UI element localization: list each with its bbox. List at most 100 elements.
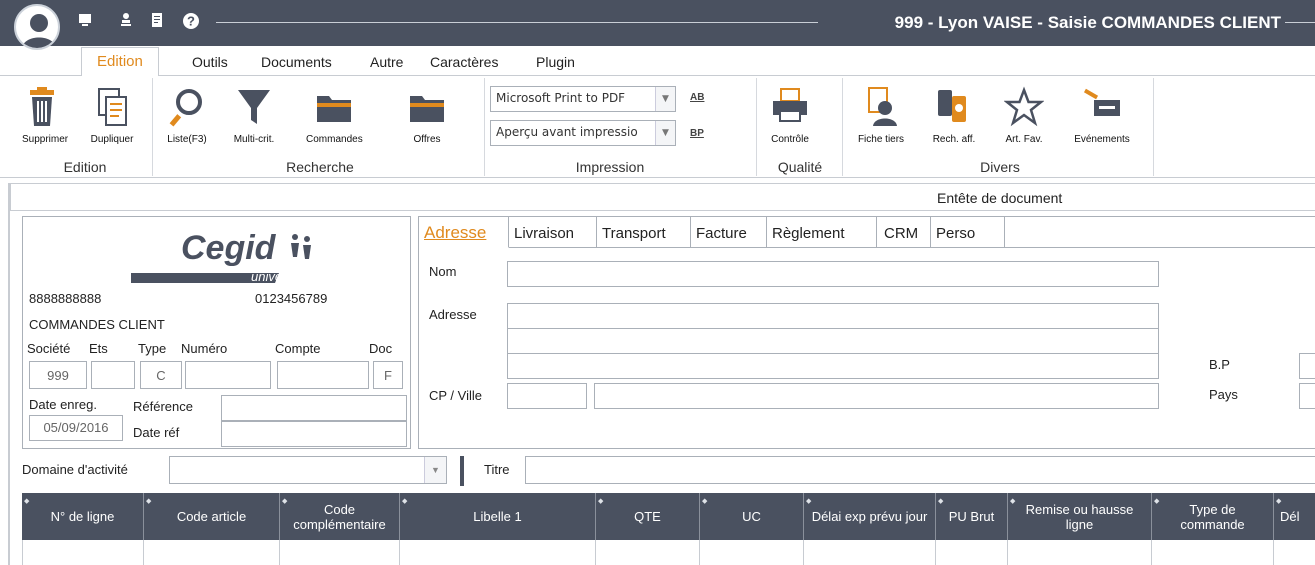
document-header-title: Entête de document (937, 190, 1063, 206)
reference-label: Référence (133, 399, 193, 414)
magnifier-icon (169, 89, 202, 127)
svg-text:universités: universités (251, 269, 314, 283)
grid-column-label: Type de commande (1180, 501, 1245, 532)
grid-column-label: Délai exp prévu jour (811, 509, 928, 524)
folder-icon (317, 96, 351, 122)
printer-select[interactable]: Microsoft Print to PDF ▼ (490, 86, 676, 112)
grid-cell[interactable] (596, 540, 700, 565)
art-fav-label: Art. Fav. (1005, 134, 1043, 145)
grid-cell[interactable] (280, 540, 400, 565)
tab-adresse[interactable]: Adresse (419, 217, 509, 248)
menu-tab-outils[interactable]: Outils (192, 54, 228, 70)
tab-perso[interactable]: Perso (931, 217, 1005, 248)
date-ref-field[interactable] (221, 421, 407, 447)
menu-tab-caracteres[interactable]: Caractères (430, 54, 498, 70)
type-label: Type (138, 341, 167, 356)
grid-column-header[interactable]: ◆ PU Brut (936, 493, 1008, 540)
date-enreg-field[interactable]: 05/09/2016 (29, 415, 123, 441)
menu-tab-autre[interactable]: Autre (370, 54, 403, 70)
controle-button[interactable]: Contrôle (767, 86, 813, 145)
grid-column-header[interactable]: ◆ Type de commande (1152, 493, 1274, 540)
grid-column-header[interactable]: ◆ QTE (596, 493, 700, 540)
grid-column-header[interactable]: ◆ N° de ligne (22, 493, 144, 540)
title-bar: ? 999 - Lyon VAISE - Saisie COMMANDES CL… (0, 0, 1315, 46)
menu-tab-plugin[interactable]: Plugin (536, 54, 575, 70)
tab-transport[interactable]: Transport (597, 217, 691, 248)
monitor-icon[interactable] (76, 12, 94, 30)
domaine-select[interactable]: ▼ (169, 456, 447, 484)
menu-tab-documents[interactable]: Documents (261, 54, 332, 70)
nom-label: Nom (429, 264, 457, 279)
liste-label: Liste(F3) (167, 134, 207, 145)
left-rule (8, 183, 10, 565)
document-type-label: COMMANDES CLIENT (29, 317, 165, 332)
tab-crm[interactable]: CRM (877, 217, 931, 248)
chevron-down-icon[interactable]: ▼ (655, 87, 675, 111)
fiche-tiers-button[interactable]: Fiche tiers (852, 86, 910, 145)
ab-icon[interactable]: AB (690, 92, 704, 103)
liste-button[interactable]: Liste(F3) (162, 86, 212, 145)
adresse-line-1[interactable] (507, 303, 1159, 329)
group-edition-label: Edition (63, 159, 107, 175)
numero-field[interactable] (185, 361, 271, 389)
pays-field[interactable] (1299, 383, 1315, 409)
grid-cell[interactable] (700, 540, 804, 565)
grid-cell[interactable] (144, 540, 280, 565)
grid-cell[interactable] (400, 540, 596, 565)
offres-label: Offres (413, 134, 441, 145)
group-recherche-label: Recherche (286, 159, 354, 175)
reference-field[interactable] (221, 395, 407, 421)
tab-livraison[interactable]: Livraison (509, 217, 597, 248)
grid-column-header[interactable]: ◆ Code complémentaire (280, 493, 400, 540)
printer-select-value: Microsoft Print to PDF (496, 91, 626, 105)
grid-column-header[interactable]: ◆ Dél (1274, 493, 1315, 540)
grid-column-label: Code complémentaire (293, 501, 386, 532)
multi-crit-button[interactable]: Multi-crit. (231, 86, 277, 145)
cp-field[interactable] (507, 383, 587, 409)
grid-cell[interactable] (1152, 540, 1274, 565)
evenements-button[interactable]: Evénements (1070, 86, 1134, 145)
grid-column-header[interactable]: ◆ Libelle 1 (400, 493, 596, 540)
art-fav-button[interactable]: Art. Fav. (1002, 86, 1046, 145)
preview-select[interactable]: Aperçu avant impressio ▼ (490, 120, 676, 146)
doc-field[interactable]: F (373, 361, 403, 389)
adresse-line-2[interactable] (507, 328, 1159, 354)
help-icon[interactable]: ? (182, 12, 200, 30)
grid-cell[interactable] (936, 540, 1008, 565)
grid-cell[interactable] (22, 540, 144, 565)
supprimer-button[interactable]: Supprimer (22, 86, 68, 145)
tab-facture[interactable]: Facture (691, 217, 767, 248)
chevron-down-icon[interactable]: ▼ (655, 121, 675, 145)
dupliquer-button[interactable]: Dupliquer (90, 86, 134, 145)
nom-field[interactable] (507, 261, 1159, 287)
grid-cell[interactable] (804, 540, 936, 565)
grid-column-header[interactable]: ◆ UC (700, 493, 804, 540)
grid-cell[interactable] (1008, 540, 1152, 565)
grid-column-header[interactable]: ◆ Code article (144, 493, 280, 540)
menu-tab-edition[interactable]: Edition (81, 47, 159, 77)
window-title: 999 - Lyon VAISE - Saisie COMMANDES CLIE… (894, 13, 1281, 32)
folder-offres-icon (410, 96, 444, 122)
bp-icon[interactable]: BP (690, 128, 704, 139)
adresse-line-3[interactable] (507, 353, 1159, 379)
ets-field[interactable] (91, 361, 135, 389)
group-divers-label: Divers (980, 159, 1020, 175)
star-icon (1004, 86, 1044, 127)
rech-aff-button[interactable]: Rech. aff. (930, 86, 978, 145)
commandes-button[interactable]: Commandes (306, 86, 363, 145)
societe-field[interactable]: 999 (29, 361, 87, 389)
user-avatar[interactable] (14, 4, 60, 50)
grid-column-header[interactable]: ◆ Remise ou hausse ligne (1008, 493, 1152, 540)
user-tree-icon[interactable] (117, 12, 135, 30)
tab-reglement[interactable]: Règlement (767, 217, 877, 248)
bp-field[interactable] (1299, 353, 1315, 379)
grid-cell[interactable] (1274, 540, 1315, 565)
chevron-down-icon[interactable]: ▼ (424, 457, 446, 483)
compte-field[interactable] (277, 361, 369, 389)
ville-field[interactable] (594, 383, 1159, 409)
offres-button[interactable]: Offres (407, 86, 447, 145)
grid-column-header[interactable]: ◆ Délai exp prévu jour (804, 493, 936, 540)
document-scan-icon[interactable] (148, 12, 166, 30)
type-field[interactable]: C (140, 361, 182, 389)
titre-field[interactable] (525, 456, 1315, 484)
